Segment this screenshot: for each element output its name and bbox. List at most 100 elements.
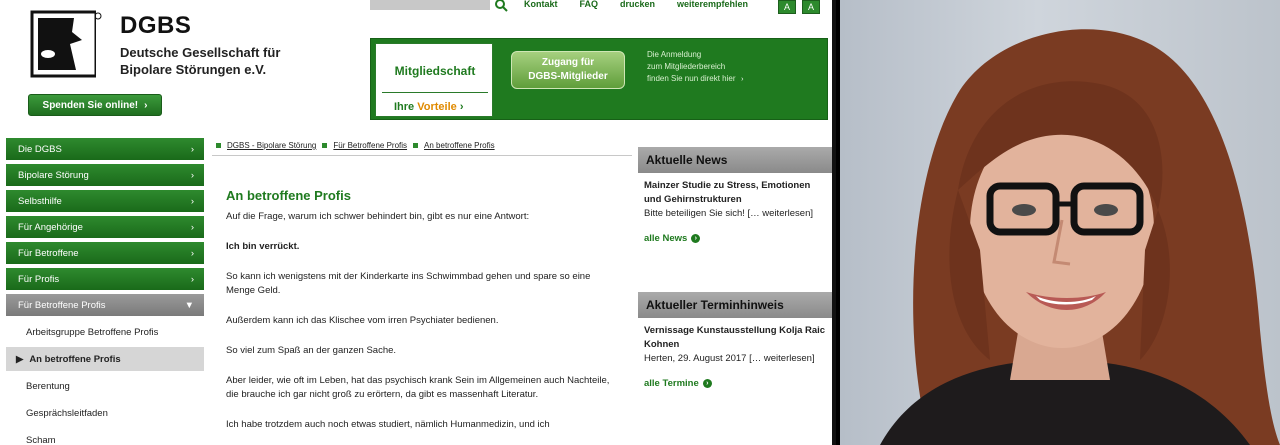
sidebar-subitem-scham[interactable]: Scham [6,428,204,445]
event-headline[interactable]: Vernissage Kunstausstellung Kolja Raic K… [644,324,826,352]
font-smaller-button[interactable]: A [778,0,796,14]
arrow-circle-icon: › [702,379,712,388]
news-box: Aktuelle News Mainzer Studie zu Stress, … [638,147,832,244]
login-note-line: Die Anmeldung [647,50,702,59]
login-note-line: zum Mitgliederbereich [647,62,726,71]
event-read-more-link[interactable]: [… weiterlesen] [749,353,814,364]
sidebar-item-bipolare-stoerung[interactable]: Bipolare Störung › [6,164,204,186]
triangle-right-icon: ▶ [16,353,24,365]
login-note-line: finden Sie nun direkt hier › [647,73,817,85]
topnav-weiterempfehlen[interactable]: weiterempfehlen [677,0,748,9]
arrow-circle-icon: › [737,75,747,85]
article-paragraph: Außerdem kann ich das Klischee vom irren… [226,315,499,326]
sidebar-item-profis[interactable]: Für Profis › [6,268,204,290]
article-paragraph: Auf die Frage, warum ich schwer behinder… [226,211,530,222]
event-teaser: Herten, 29. August 2017 [… weiterlesen] [644,352,826,366]
font-larger-button[interactable]: A [802,0,820,14]
site-subtitle-line: Bipolare Störungen e.V. [120,62,267,77]
event-body: Vernissage Kunstausstellung Kolja Raic K… [638,318,832,366]
topnav-drucken[interactable]: drucken [620,0,655,9]
all-events-link[interactable]: alle Termine › [644,378,832,389]
all-news-label: alle News [644,233,688,244]
sidebar-item-die-dgbs[interactable]: Die DGBS › [6,138,204,160]
dgbs-logo-icon[interactable] [30,10,102,80]
article-paragraph: So kann ich wenigstens mit der Kinderkar… [226,271,591,296]
sidebar-item-label: Für Profis [18,273,60,285]
sidebar-subitem-berentung[interactable]: Berentung [6,374,204,398]
news-body: Mainzer Studie zu Stress, Emotionen und … [638,173,832,221]
membership-benefits-link[interactable]: Ihre Vorteile › [394,101,464,113]
news-teaser: Bitte beteiligen Sie sich! [… weiterlese… [644,207,826,221]
chevron-right-icon: › [144,99,148,111]
breadcrumb-link[interactable]: DGBS - Bipolare Störung [227,141,316,150]
all-news-link[interactable]: alle News › [644,233,832,244]
article-paragraph: Ich habe trotzdem auch noch etwas studie… [226,419,550,430]
search-input[interactable] [370,0,490,10]
donate-label: Spenden Sie online! [42,99,139,111]
membership-panel[interactable]: Mitgliedschaft Ihre Vorteile › [375,43,493,117]
bullet-icon [216,143,221,148]
event-box: Aktueller Terminhinweis Vernissage Kunst… [638,292,832,389]
article-paragraph: Aber leider, wie oft im Leben, hat das p… [226,375,610,400]
sidebar-subitem-gespraechsleitfaden[interactable]: Gesprächsleitfaden [6,401,204,425]
font-size-controls: A A [778,0,820,14]
news-heading: Aktuelle News [638,147,832,173]
sidebar-item-label: Für Betroffene Profis [18,299,106,311]
sidebar-item-selbsthilfe[interactable]: Selbsthilfe › [6,190,204,212]
donate-button[interactable]: Spenden Sie online! › [28,94,162,116]
sidebar-item-label: Selbsthilfe [18,195,62,207]
all-events-label: alle Termine [644,378,699,389]
portrait-photo [840,0,1280,445]
page-title: An betroffene Profis [226,188,351,203]
portrait-illustration [880,29,1280,445]
sidebar-subitem-arbeitsgruppe[interactable]: Arbeitsgruppe Betroffene Profis [6,320,204,344]
sidebar-item-label: Für Angehörige [18,221,83,233]
sidebar-item-label: Die DGBS [18,143,62,155]
sidebar-subitem-label: An betroffene Profis [29,353,121,365]
topnav-kontakt[interactable]: Kontakt [524,0,558,9]
member-access-button[interactable]: Zugang für DGBS-Mitglieder [511,51,625,89]
chevron-right-icon: › [190,143,194,155]
news-headline[interactable]: Mainzer Studie zu Stress, Emotionen und … [644,179,826,207]
event-teaser-text: Herten, 29. August 2017 [644,353,747,364]
chevron-right-icon: › [190,273,194,285]
sidebar-item-angehoerige[interactable]: Für Angehörige › [6,216,204,238]
news-teaser-text: Bitte beteiligen Sie sich! [644,208,745,219]
article-body: Auf die Frage, warum ich schwer behinder… [226,210,616,445]
breadcrumb-link[interactable]: Für Betroffene Profis [333,141,407,150]
site-title: DGBS [120,12,192,39]
access-line: DGBS-Mitglieder [528,71,608,82]
sidebar-navigation: Die DGBS › Bipolare Störung › Selbsthilfe ›… [6,138,204,445]
sidebar-item-betroffene[interactable]: Für Betroffene › [6,242,204,264]
article-paragraph: So viel zum Spaß an der ganzen Sache. [226,345,397,356]
breadcrumb-link[interactable]: An betroffene Profis [424,141,495,150]
membership-title: Mitgliedschaft [394,64,476,78]
caret-down-icon: ▼ [184,299,194,311]
site-subtitle: Deutsche Gesellschaft für Bipolare Störu… [120,44,320,78]
news-read-more-link[interactable]: [… weiterlesen] [748,208,813,219]
chevron-right-icon: › [459,101,464,113]
topnav-faq[interactable]: FAQ [580,0,599,9]
bullet-icon [322,143,328,148]
login-note[interactable]: Die Anmeldung zum Mitgliederbereich find… [647,49,817,85]
divider [382,92,488,93]
top-navigation: Kontakt FAQ drucken weiterempfehlen [524,0,748,9]
bullet-icon [413,143,419,148]
access-line: Zugang für [541,57,595,68]
chevron-right-icon: › [190,247,194,259]
membership-banner: Mitgliedschaft Ihre Vorteile › Zugang fü… [370,38,828,120]
event-heading: Aktueller Terminhinweis [638,292,832,318]
chevron-right-icon: › [190,195,194,207]
search-icon[interactable] [494,0,508,12]
article-paragraph: Ich bin verrückt. [226,241,300,252]
site-subtitle-line: Deutsche Gesellschaft für [120,45,281,60]
chevron-right-icon: › [190,169,194,181]
sidebar-item-label: Bipolare Störung [18,169,89,181]
breadcrumb: DGBS - Bipolare Störung Für Betroffene P… [216,141,495,150]
chevron-right-icon: › [190,221,194,233]
divider [212,155,632,156]
sidebar-item-betroffene-profis[interactable]: Für Betroffene Profis ▼ [6,294,204,316]
sidebar-subitem-an-betroffene-profis[interactable]: ▶ An betroffene Profis [6,347,204,371]
arrow-circle-icon: › [691,234,701,243]
login-note-text: finden Sie nun direkt hier [647,74,736,83]
